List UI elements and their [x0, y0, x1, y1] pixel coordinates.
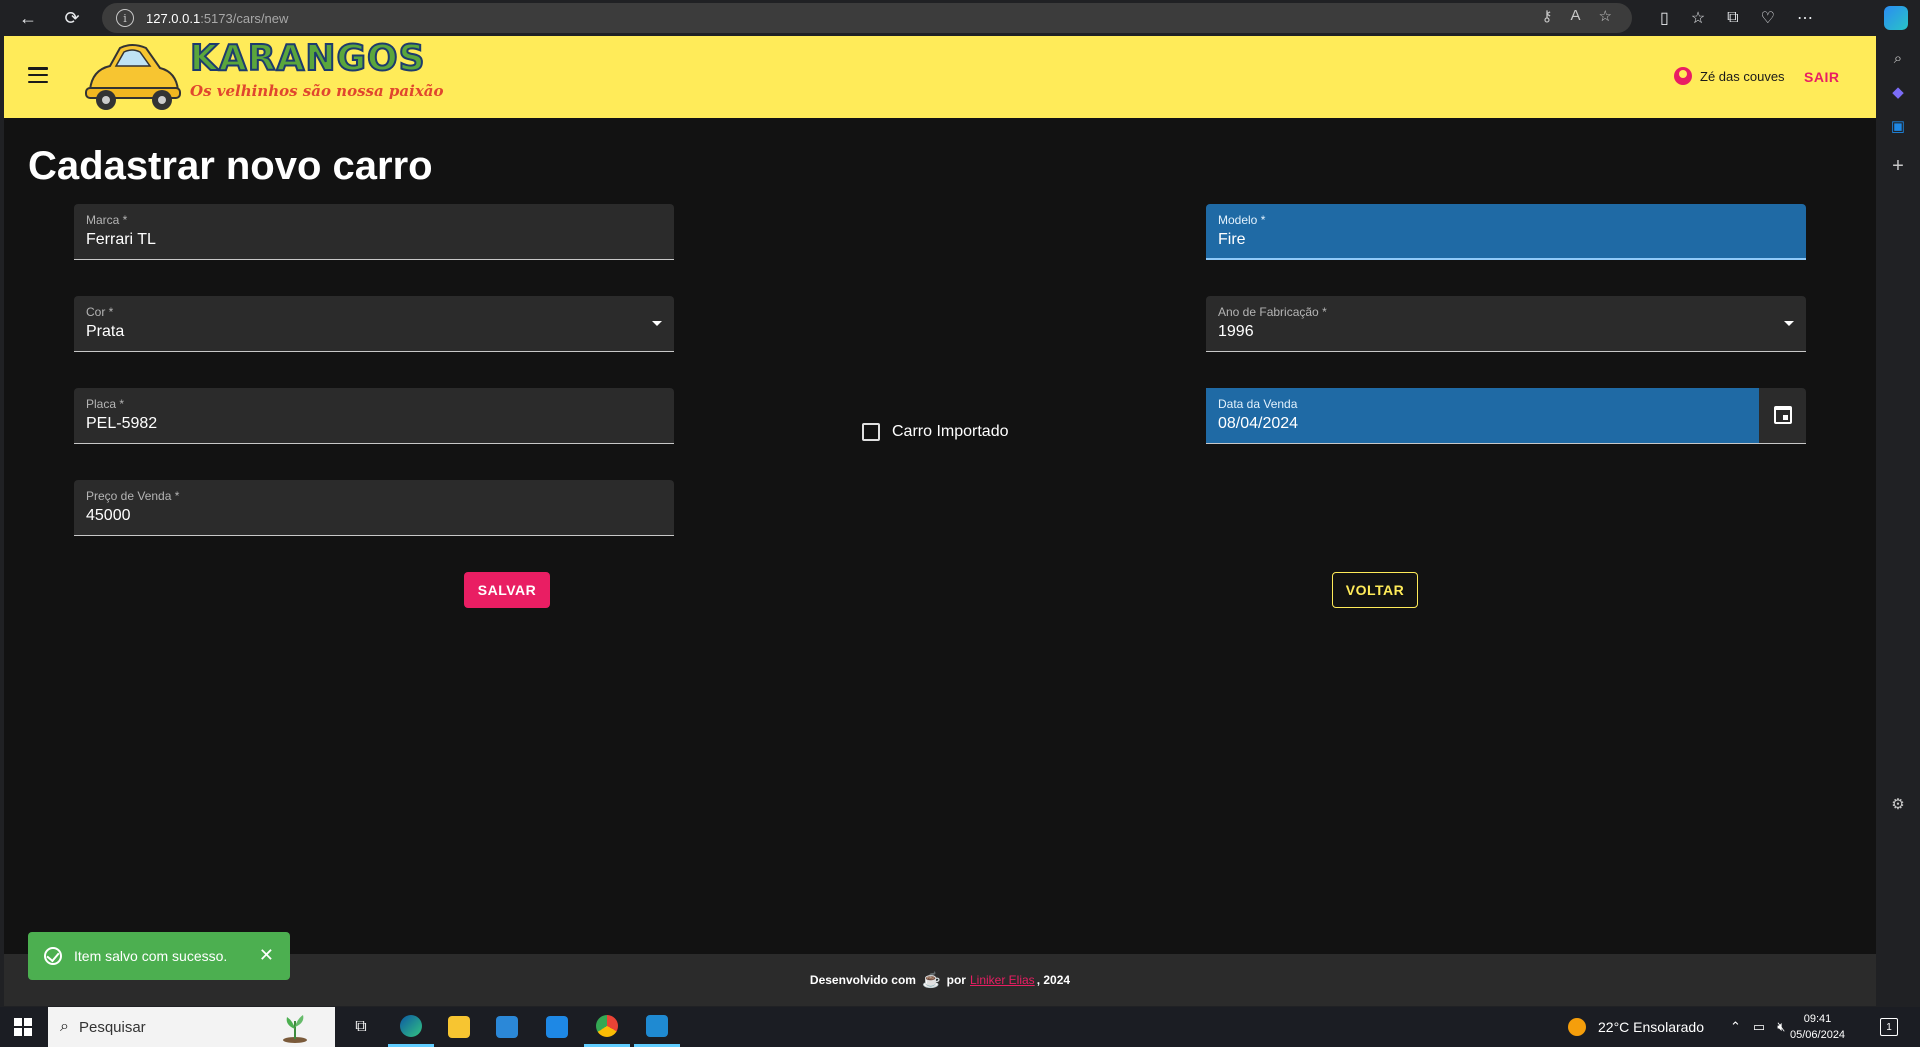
system-tray: ⌃ ▭ 🔇︎ [1730, 1019, 1785, 1035]
dropdown-arrow-icon [1784, 321, 1794, 326]
placa-value: PEL-5982 [86, 415, 158, 432]
calendar-icon[interactable] [1774, 406, 1792, 424]
chevron-up-icon[interactable]: ⌃ [1730, 1019, 1741, 1035]
favorite-star-icon[interactable]: ☆ [1599, 7, 1612, 25]
data-venda-input[interactable]: Data da Venda 08/04/2024 [1206, 388, 1759, 443]
dropdown-arrow-icon [652, 321, 662, 326]
coffee-icon: ☕ [921, 972, 941, 989]
vscode-icon[interactable] [634, 1007, 680, 1047]
check-circle-icon [44, 947, 62, 965]
logo-subtitle: Os velhinhos são nossa paixão [190, 82, 444, 100]
data-venda-field[interactable]: Data da Venda 08/04/2024 [1206, 388, 1806, 444]
address-bar[interactable]: i 127.0.0.1 :5173/cars/new ⚷ A ☆ [102, 3, 1632, 33]
placa-field[interactable]: Placa * PEL-5982 [74, 388, 674, 444]
browser-toolbar: ← ⟳ i 127.0.0.1 :5173/cars/new ⚷ A ☆ ▯ ☆… [0, 0, 1920, 36]
search-icon[interactable]: ⌕ [1888, 48, 1908, 68]
car-logo-icon [85, 44, 181, 110]
importado-label: Carro Importado [892, 423, 1009, 440]
modelo-value: Fire [1218, 231, 1246, 248]
user-name: Zé das couves [1700, 68, 1785, 84]
cor-value: Prata [86, 323, 125, 340]
preco-label: Preço de Venda * [86, 489, 180, 503]
search-icon: ⌕ [60, 1018, 69, 1035]
chrome-icon[interactable] [584, 1007, 630, 1047]
copilot-icon[interactable] [1884, 6, 1908, 30]
ano-label: Ano de Fabricação * [1218, 305, 1327, 319]
clock-time: 09:41 [1803, 1013, 1832, 1025]
add-icon[interactable]: + [1888, 155, 1908, 177]
site-info-icon[interactable]: i [116, 9, 134, 27]
data-venda-value: 08/04/2024 [1218, 415, 1299, 432]
weather-widget[interactable]: 22°C Ensolarado [1568, 1007, 1704, 1047]
marca-label: Marca * [86, 213, 128, 227]
file-explorer-icon[interactable] [436, 1007, 482, 1047]
url-host: 127.0.0.1 [146, 10, 201, 26]
footer-prefix: Desenvolvido com [809, 973, 916, 987]
more-menu-icon[interactable]: ⋯ [1797, 8, 1813, 28]
taskbar-search-placeholder: Pesquisar [78, 1018, 146, 1036]
read-aloud-icon[interactable]: A [1571, 7, 1581, 25]
taskbar: ⌕ Pesquisar ⧉ 22°C Ensolarado ⌃ ▭ 🔇︎ 09:… [0, 1007, 1920, 1047]
marca-field[interactable]: Marca * Ferrari TL [74, 204, 674, 260]
copilot-app-icon[interactable]: ◆ [1888, 82, 1908, 102]
outlook-icon[interactable]: ▣ [1888, 116, 1908, 136]
system-clock[interactable]: 09:41 05/06/2024 [1790, 1011, 1845, 1043]
importado-checkbox[interactable] [862, 423, 880, 441]
preco-value: 45000 [86, 507, 131, 524]
logo-title: KARANGOS [189, 37, 426, 80]
data-venda-label: Data da Venda [1218, 397, 1298, 411]
footer-suffix: , 2024 [1036, 973, 1071, 987]
edge-taskbar-icon[interactable] [388, 1007, 434, 1047]
modelo-field[interactable]: Modelo * Fire [1206, 204, 1806, 260]
account-circle-icon [1674, 67, 1692, 85]
key-icon[interactable]: ⚷ [1542, 7, 1553, 25]
menu-icon[interactable] [28, 67, 48, 83]
save-button[interactable]: SALVAR [464, 572, 550, 608]
settings-gear-icon[interactable]: ⚙ [1888, 794, 1908, 814]
page-title: Cadastrar novo carro [28, 144, 433, 188]
user-info: Zé das couves [1674, 67, 1785, 85]
notification-icon[interactable]: 1 [1880, 1018, 1898, 1036]
taskbar-search[interactable]: ⌕ Pesquisar [48, 1007, 335, 1047]
snackbar-message: Item salvo com sucesso. [74, 948, 228, 964]
store-icon[interactable] [484, 1007, 530, 1047]
network-icon[interactable]: ▭ [1753, 1019, 1765, 1035]
plant-illustration-icon [283, 1015, 307, 1043]
author-link[interactable]: Liniker Elias [970, 973, 1035, 987]
browser-essentials-icon[interactable]: ♡ [1761, 8, 1775, 28]
back-arrow-icon[interactable]: ← [10, 0, 46, 36]
importado-checkbox-group[interactable]: Carro Importado [862, 423, 1009, 441]
mail-icon[interactable] [534, 1007, 580, 1047]
collections-icon[interactable]: ⧉ [1727, 9, 1738, 27]
ano-select[interactable]: Ano de Fabricação * 1996 [1206, 296, 1806, 352]
preco-field[interactable]: Preço de Venda * 45000 [74, 480, 674, 536]
placa-label: Placa * [86, 397, 125, 411]
back-button[interactable]: VOLTAR [1332, 572, 1418, 608]
side-panel: ⌕ ◆ ▣ + ⚙ [1876, 36, 1920, 1006]
cor-select[interactable]: Cor * Prata [74, 296, 674, 352]
clock-date: 05/06/2024 [1790, 1029, 1846, 1041]
logout-button[interactable]: SAIR [1804, 69, 1839, 85]
cor-label: Cor * [86, 305, 114, 319]
success-snackbar: Item salvo com sucesso. ✕ [28, 932, 290, 980]
favorites-icon[interactable]: ☆ [1691, 8, 1705, 28]
marca-value: Ferrari TL [86, 231, 156, 248]
footer-by: por [946, 973, 966, 987]
task-view-icon[interactable]: ⧉ [338, 1007, 384, 1047]
windows-start-icon[interactable] [14, 1018, 32, 1036]
app-bar: KARANGOS Os velhinhos são nossa paixão Z… [4, 36, 1876, 118]
modelo-label: Modelo * [1218, 213, 1266, 227]
weather-text: 22°C Ensolarado [1598, 1019, 1704, 1035]
close-icon[interactable]: ✕ [259, 945, 274, 966]
url-path: :5173/cars/new [200, 10, 289, 26]
weather-sun-icon [1568, 1018, 1586, 1036]
split-screen-icon[interactable]: ▯ [1660, 8, 1669, 28]
refresh-icon[interactable]: ⟳ [54, 0, 90, 36]
volume-muted-icon[interactable]: 🔇︎ [1777, 1019, 1785, 1035]
ano-value: 1996 [1218, 323, 1254, 340]
app-viewport: KARANGOS Os velhinhos são nossa paixão Z… [4, 36, 1876, 1006]
